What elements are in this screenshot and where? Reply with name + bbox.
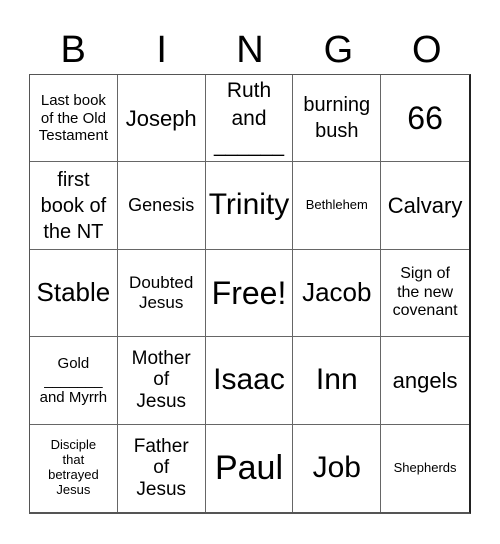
bingo-cell[interactable]: Father of Jesus bbox=[118, 424, 206, 512]
bingo-cell[interactable]: Last book of the Old Testament bbox=[30, 75, 118, 163]
free-space[interactable]: Free! bbox=[205, 249, 294, 338]
bingo-cell[interactable]: Joseph bbox=[117, 75, 206, 163]
bingo-cell[interactable]: Gold _______ and Myrrh bbox=[30, 337, 118, 425]
bingo-cell[interactable]: Trinity bbox=[205, 162, 294, 250]
bingo-cell[interactable]: angels bbox=[381, 337, 469, 425]
header-letter-o: O bbox=[412, 29, 442, 71]
bingo-cell[interactable]: Inn bbox=[293, 337, 382, 425]
bingo-cell[interactable]: Calvary bbox=[381, 162, 469, 250]
bingo-cell[interactable]: Ruth and ______ bbox=[205, 75, 294, 163]
bingo-cell[interactable]: Shepherds bbox=[381, 425, 469, 512]
header-letter-b: B bbox=[60, 29, 86, 71]
bingo-grid: Last book of the Old Testament Joseph Ru… bbox=[29, 74, 471, 514]
bingo-cell[interactable]: 66 bbox=[381, 75, 469, 163]
bingo-cell[interactable]: Job bbox=[293, 424, 382, 512]
bingo-cell[interactable]: Bethlehem bbox=[293, 162, 382, 250]
bingo-cell[interactable]: Isaac bbox=[205, 337, 294, 425]
header-letter-g: G bbox=[323, 29, 354, 71]
bingo-cell[interactable]: Sign of the new covenant bbox=[381, 250, 469, 338]
bingo-cell[interactable]: burning bush bbox=[293, 75, 382, 163]
header-letter-i: I bbox=[156, 29, 167, 71]
bingo-cell[interactable]: Mother of Jesus bbox=[117, 337, 206, 425]
bingo-cell[interactable]: Paul bbox=[206, 424, 294, 512]
bingo-cell[interactable]: Genesis bbox=[117, 162, 206, 250]
bingo-header: B I N G O bbox=[29, 26, 471, 74]
header-letter-n: N bbox=[236, 29, 264, 71]
bingo-cell[interactable]: Stable bbox=[30, 249, 118, 338]
bingo-cell[interactable]: Jacob bbox=[293, 249, 382, 338]
bingo-cell[interactable]: Doubted Jesus bbox=[117, 249, 206, 338]
bingo-cell[interactable]: Disciple that betrayed Jesus bbox=[30, 424, 118, 512]
bingo-cell[interactable]: first book of the NT bbox=[30, 162, 118, 250]
